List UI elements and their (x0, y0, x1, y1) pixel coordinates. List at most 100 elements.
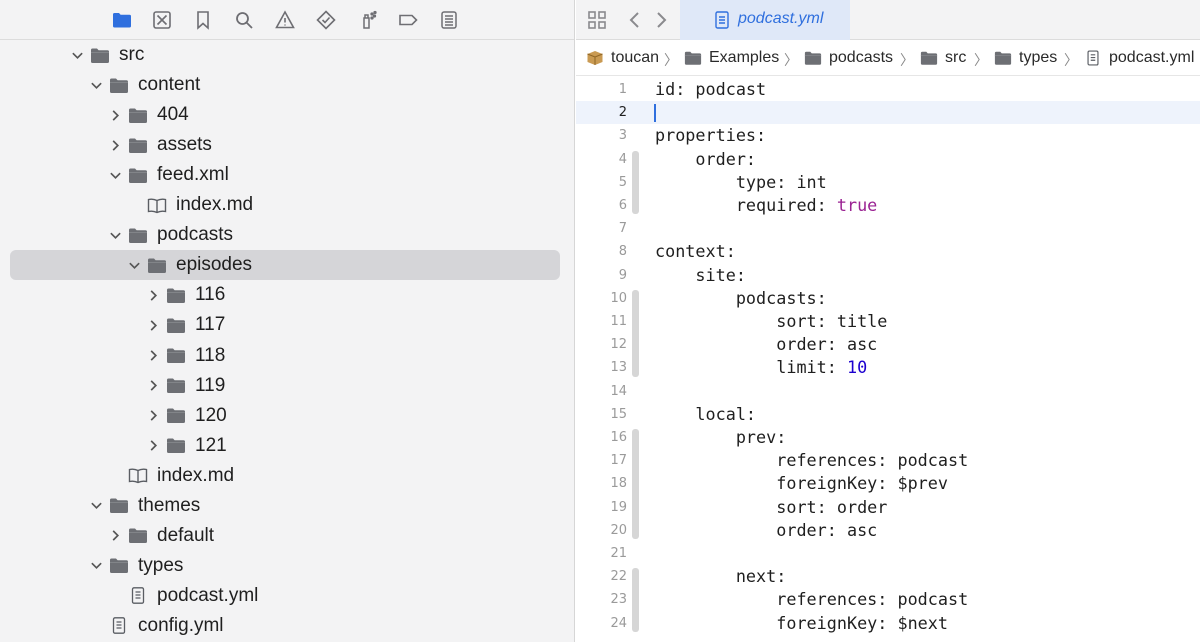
breadcrumb-label: podcast.yml (1109, 49, 1195, 66)
chevron-right-icon[interactable] (145, 378, 161, 394)
folder-row[interactable]: 404 (10, 100, 560, 130)
code-line[interactable]: 12 order: asc (576, 333, 1200, 356)
code-token: sort: title (655, 311, 888, 331)
code-line[interactable]: 7 (576, 217, 1200, 240)
chevron-right-icon[interactable] (145, 317, 161, 333)
debug-spray-icon[interactable] (356, 8, 380, 32)
code-text: podcasts: (655, 287, 827, 310)
folder-row[interactable]: episodes (10, 250, 560, 281)
folder-row[interactable]: 121 (10, 431, 560, 461)
folder-row[interactable]: content (10, 70, 560, 100)
file-icon (714, 11, 730, 29)
code-line[interactable]: 13 limit: 10 (576, 356, 1200, 379)
bookmark-icon[interactable] (191, 8, 215, 32)
folder-row[interactable]: assets (10, 130, 560, 160)
chevron-right-icon[interactable] (107, 107, 123, 123)
file-row[interactable]: podcast.yml (10, 581, 560, 611)
code-line[interactable]: 1 id: podcast (576, 78, 1200, 101)
code-fold-ribbon[interactable] (632, 150, 639, 215)
chevron-right-icon[interactable] (107, 528, 123, 544)
breadcrumb-item[interactable]: types (994, 48, 1057, 68)
code-line[interactable]: 22 next: (576, 565, 1200, 588)
chevron-right-icon[interactable] (107, 137, 123, 153)
text-caret (654, 104, 656, 123)
chevron-down-icon[interactable] (88, 558, 104, 574)
code-fold-ribbon[interactable] (632, 429, 639, 539)
search-icon[interactable] (232, 8, 256, 32)
folder-row[interactable]: feed.xml (10, 160, 560, 190)
line-number: 18 (610, 476, 627, 492)
grid-icon[interactable] (586, 9, 608, 31)
folder-icon (994, 50, 1012, 66)
code-line[interactable]: 8 context: (576, 240, 1200, 263)
folder-row[interactable]: 116 (10, 280, 560, 310)
folder-row[interactable]: 119 (10, 371, 560, 401)
chevron-right-icon[interactable] (145, 348, 161, 364)
back-chevron-icon[interactable] (624, 9, 646, 31)
report-list-icon[interactable] (437, 8, 461, 32)
code-line[interactable]: 21 (576, 542, 1200, 565)
chevron-down-icon[interactable] (88, 77, 104, 93)
code-line[interactable]: 23 references: podcast (576, 588, 1200, 611)
code-line[interactable]: 16 prev: (576, 426, 1200, 449)
warning-icon[interactable] (273, 8, 297, 32)
breadcrumb-item[interactable]: podcast.yml (1084, 48, 1194, 68)
file-row[interactable]: config.yml (10, 611, 560, 641)
code-line[interactable]: 14 (576, 380, 1200, 403)
tab-podcast-yml[interactable]: podcast.yml (680, 0, 850, 40)
line-number: 2 (618, 105, 627, 121)
breadcrumb-item[interactable]: toucan (586, 48, 659, 68)
code-line[interactable]: 2 (576, 101, 1200, 125)
code-line[interactable]: 3 properties: (576, 124, 1200, 147)
chevron-right-icon[interactable] (145, 408, 161, 424)
code-line[interactable]: 20 order: asc (576, 519, 1200, 542)
code-line[interactable]: 18 foreignKey: $prev (576, 472, 1200, 495)
folder-row[interactable]: default (10, 521, 560, 551)
chevron-down-icon[interactable] (107, 227, 123, 243)
code-line[interactable]: 4 order: (576, 148, 1200, 171)
code-line[interactable]: 10 podcasts: (576, 287, 1200, 310)
breadcrumb-item[interactable]: podcasts (804, 48, 893, 68)
folder-row[interactable]: 120 (10, 401, 560, 431)
code-line[interactable]: 17 references: podcast (576, 449, 1200, 472)
code-token: prev: (655, 427, 787, 447)
breakpoint-icon[interactable] (396, 8, 420, 32)
folder-row[interactable]: themes (10, 491, 560, 521)
code-line[interactable]: 5 type: int (576, 171, 1200, 194)
source-control-icon[interactable] (150, 8, 174, 32)
code-line[interactable]: 9 site: (576, 264, 1200, 287)
code-line[interactable]: 6 required: true (576, 194, 1200, 217)
line-number: 16 (610, 430, 627, 445)
chevron-down-icon[interactable] (88, 498, 104, 514)
chevron-right-icon[interactable] (145, 438, 161, 454)
code-text: sort: title (655, 310, 887, 333)
folder-row[interactable]: src (10, 40, 560, 70)
chevron-down-icon[interactable] (69, 47, 85, 63)
code-fold-ribbon[interactable] (632, 289, 639, 377)
tree-item-label: episodes (176, 254, 253, 276)
file-icon (128, 587, 148, 605)
breadcrumb-item[interactable]: src (920, 48, 966, 68)
file-row[interactable]: index.md (10, 461, 560, 491)
folder-icon[interactable] (110, 8, 134, 32)
folder-row[interactable]: podcasts (10, 220, 560, 250)
folder-row[interactable]: 117 (10, 310, 560, 340)
code-line[interactable]: 24 foreignKey: $next (576, 612, 1200, 635)
chevron-down-icon[interactable] (126, 257, 142, 273)
chevron-down-icon[interactable] (107, 167, 123, 183)
folder-row[interactable]: types (10, 551, 560, 581)
tree-item-label: src (119, 44, 145, 65)
code-token: order: asc (655, 519, 878, 540)
chevron-right-icon[interactable] (145, 287, 161, 303)
code-line[interactable]: 19 sort: order (576, 496, 1200, 519)
line-number: 11 (610, 314, 627, 329)
code-fold-ribbon[interactable] (632, 568, 639, 632)
test-diamond-icon[interactable] (314, 8, 338, 32)
folder-row[interactable]: 118 (10, 341, 560, 371)
folder-icon (166, 377, 186, 395)
file-row[interactable]: index.md (10, 190, 560, 220)
breadcrumb-item[interactable]: Examples (684, 48, 779, 68)
code-line[interactable]: 11 sort: title (576, 310, 1200, 333)
forward-chevron-icon[interactable] (650, 9, 672, 31)
code-line[interactable]: 15 local: (576, 403, 1200, 426)
